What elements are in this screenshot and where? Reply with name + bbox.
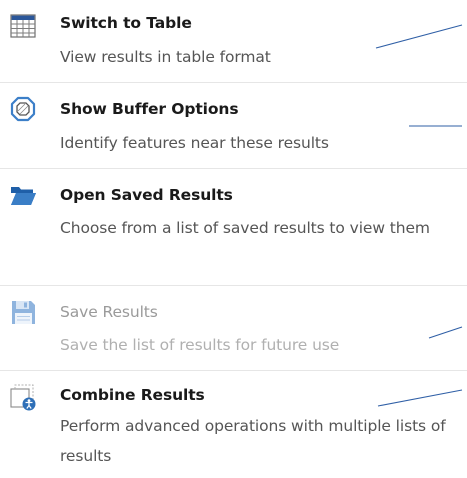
item-title: Show Buffer Options [60, 100, 239, 118]
menu-item-save-results: Save Results Save the list of results fo… [0, 286, 467, 370]
item-description: Identify features near these results [60, 134, 329, 152]
item-description: Choose from a list of saved results to v… [60, 219, 430, 237]
item-description: Save the list of results for future use [60, 336, 340, 354]
floppy-disk-icon [9, 298, 37, 326]
menu-item-open-saved-results[interactable]: Open Saved Results Choose from a list of… [0, 169, 467, 285]
folder-open-icon [9, 181, 37, 209]
menu-item-combine-results[interactable]: Combine Results Perform advanced operati… [0, 371, 467, 478]
item-title: Combine Results [60, 386, 205, 404]
item-description: View results in table format [60, 48, 271, 66]
item-title: Save Results [60, 303, 158, 321]
item-title: Switch to Table [60, 14, 192, 32]
menu-item-switch-to-table[interactable]: Switch to Table View results in table fo… [0, 0, 467, 82]
item-title: Open Saved Results [60, 186, 233, 204]
combine-results-icon [9, 383, 37, 411]
buffer-icon [9, 95, 37, 123]
results-options-menu: Switch to Table View results in table fo… [0, 0, 467, 478]
item-description: Perform advanced operations with multipl… [60, 417, 446, 465]
table-icon [9, 12, 37, 40]
menu-item-show-buffer-options[interactable]: Show Buffer Options Identify features ne… [0, 83, 467, 168]
